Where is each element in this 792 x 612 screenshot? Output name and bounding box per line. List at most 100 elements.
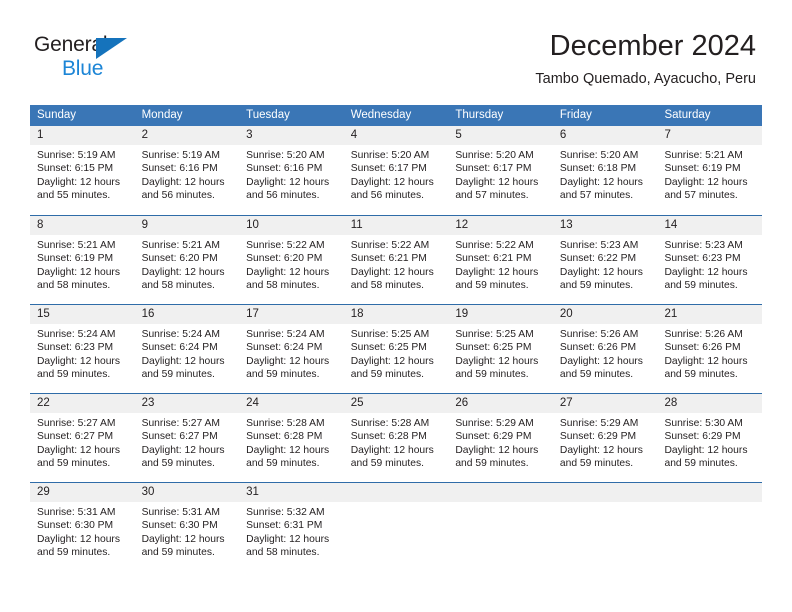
daylight-text-line1: Daylight: 12 hours (455, 444, 539, 456)
sunset-text: Sunset: 6:26 PM (664, 342, 741, 354)
calendar-day-cell[interactable]: 18 Sunrise: 5:25 AM Sunset: 6:25 PM Dayligh… (343, 305, 449, 393)
calendar-day-cell[interactable]: 25 Sunrise: 5:28 AM Sunset: 6:28 PM Dayligh… (343, 394, 449, 482)
calendar-body: 1 Sunrise: 5:19 AM Sunset: 6:15 PM Daylight… (30, 126, 763, 571)
day-info: Sunrise: 5:29 AM Sunset: 6:29 PM Daylight:… (448, 413, 553, 471)
calendar-day-cell[interactable]: 29 Sunrise: 5:31 AM Sunset: 6:30 PM Dayligh… (30, 483, 135, 571)
sunset-text: Sunset: 6:30 PM (141, 520, 218, 532)
daylight-text-line2: and 59 minutes. (455, 369, 529, 381)
calendar-day-cell[interactable]: 13 Sunrise: 5:23 AM Sunset: 6:22 PM Dayligh… (552, 216, 658, 304)
daylight-text-line2: and 56 minutes. (246, 190, 320, 202)
day-info: Sunrise: 5:25 AM Sunset: 6:25 PM Daylight:… (448, 324, 553, 382)
calendar-day-cell[interactable]: 2 Sunrise: 5:19 AM Sunset: 6:16 PM Daylight… (134, 126, 240, 215)
sunrise-text: Sunrise: 5:23 AM (559, 240, 639, 251)
daylight-text-line2: and 59 minutes. (455, 458, 529, 470)
day-number: 14 (657, 216, 763, 235)
day-number: 11 (343, 216, 449, 235)
daylight-text-line2: and 59 minutes. (559, 280, 634, 292)
calendar-day-cell[interactable]: 28 Sunrise: 5:30 AM Sunset: 6:29 PM Dayligh… (657, 394, 763, 482)
daylight-text-line2: and 59 minutes. (246, 369, 320, 381)
day-info: Sunrise: 5:25 AM Sunset: 6:25 PM Daylight:… (344, 324, 449, 382)
day-info: Sunrise: 5:28 AM Sunset: 6:28 PM Daylight:… (344, 413, 449, 471)
daylight-text-line1: Daylight: 12 hours (664, 355, 748, 367)
sunrise-text: Sunrise: 5:32 AM (246, 507, 325, 518)
calendar-day-cell[interactable]: 10 Sunrise: 5:22 AM Sunset: 6:20 PM Dayligh… (239, 216, 344, 304)
calendar-day-cell[interactable]: 17 Sunrise: 5:24 AM Sunset: 6:24 PM Dayligh… (239, 305, 344, 393)
calendar-day-cell[interactable]: 6 Sunrise: 5:20 AM Sunset: 6:18 PM Daylight… (552, 126, 658, 215)
sunset-text: Sunset: 6:23 PM (37, 342, 114, 354)
calendar-day-cell[interactable]: 12 Sunrise: 5:22 AM Sunset: 6:21 PM Dayligh… (448, 216, 553, 304)
daylight-text-line2: and 59 minutes. (141, 547, 215, 559)
calendar-day-cell[interactable]: 3 Sunrise: 5:20 AM Sunset: 6:16 PM Daylight… (239, 126, 344, 215)
calendar-day-cell[interactable]: 1 Sunrise: 5:19 AM Sunset: 6:15 PM Daylight… (30, 126, 135, 215)
weekday-header-thursday: Thursday (455, 109, 504, 121)
day-number: 16 (134, 305, 240, 324)
calendar-day-cell[interactable]: 26 Sunrise: 5:29 AM Sunset: 6:29 PM Dayligh… (448, 394, 553, 482)
daylight-text-line2: and 59 minutes. (37, 458, 111, 470)
day-number (552, 483, 658, 502)
calendar-day-cell[interactable]: 14 Sunrise: 5:23 AM Sunset: 6:23 PM Dayligh… (657, 216, 763, 304)
calendar-day-cell[interactable]: 8 Sunrise: 5:21 AM Sunset: 6:19 PM Daylight… (30, 216, 135, 304)
calendar-day-cell[interactable]: 23 Sunrise: 5:27 AM Sunset: 6:27 PM Dayligh… (134, 394, 240, 482)
daylight-text-line1: Daylight: 12 hours (246, 444, 330, 456)
day-info: Sunrise: 5:20 AM Sunset: 6:17 PM Daylight:… (344, 145, 449, 203)
day-number: 26 (448, 394, 553, 413)
day-info: Sunrise: 5:23 AM Sunset: 6:23 PM Daylight:… (657, 235, 762, 293)
weekday-header-tuesday: Tuesday (246, 109, 290, 121)
page-subtitle: Tambo Quemado, Ayacucho, Peru (535, 71, 756, 87)
sunset-text: Sunset: 6:30 PM (37, 520, 114, 532)
calendar-day-cell[interactable]: 4 Sunrise: 5:20 AM Sunset: 6:17 PM Daylight… (343, 126, 449, 215)
day-info: Sunrise: 5:22 AM Sunset: 6:21 PM Daylight:… (448, 235, 553, 293)
daylight-text-line1: Daylight: 12 hours (37, 355, 120, 367)
calendar-day-cell[interactable]: 7 Sunrise: 5:21 AM Sunset: 6:19 PM Daylight… (657, 126, 763, 215)
daylight-text-line1: Daylight: 12 hours (664, 444, 748, 456)
weekday-header-saturday: Saturday (664, 109, 711, 121)
calendar-week-row: 22 Sunrise: 5:27 AM Sunset: 6:27 PM Dayligh… (30, 393, 763, 482)
sunrise-text: Sunrise: 5:26 AM (559, 329, 639, 340)
day-info: Sunrise: 5:23 AM Sunset: 6:22 PM Daylight:… (553, 235, 658, 293)
calendar-day-cell[interactable]: 19 Sunrise: 5:25 AM Sunset: 6:25 PM Dayligh… (448, 305, 553, 393)
day-info: Sunrise: 5:20 AM Sunset: 6:16 PM Daylight:… (239, 145, 344, 203)
day-info: Sunrise: 5:22 AM Sunset: 6:20 PM Daylight:… (239, 235, 344, 293)
daylight-text-line1: Daylight: 12 hours (455, 355, 539, 367)
day-info: Sunrise: 5:31 AM Sunset: 6:30 PM Daylight:… (135, 502, 240, 560)
daylight-text-line2: and 58 minutes. (350, 280, 425, 292)
calendar-day-cell[interactable]: 9 Sunrise: 5:21 AM Sunset: 6:20 PM Daylight… (134, 216, 240, 304)
day-number: 20 (552, 305, 658, 324)
daylight-text-line2: and 56 minutes. (141, 190, 215, 202)
daylight-text-line1: Daylight: 12 hours (559, 355, 643, 367)
day-number: 17 (239, 305, 344, 324)
daylight-text-line1: Daylight: 12 hours (664, 266, 748, 278)
sunset-text: Sunset: 6:16 PM (246, 163, 323, 175)
daylight-text-line1: Daylight: 12 hours (141, 355, 225, 367)
daylight-text-line2: and 59 minutes. (37, 547, 111, 559)
daylight-text-line1: Daylight: 12 hours (141, 444, 225, 456)
daylight-text-line2: and 56 minutes. (350, 190, 425, 202)
calendar-day-cell[interactable]: 15 Sunrise: 5:24 AM Sunset: 6:23 PM Dayligh… (30, 305, 135, 393)
daylight-text-line2: and 58 minutes. (141, 280, 215, 292)
calendar-day-cell[interactable]: 30 Sunrise: 5:31 AM Sunset: 6:30 PM Dayligh… (134, 483, 240, 571)
calendar-day-cell[interactable]: 11 Sunrise: 5:22 AM Sunset: 6:21 PM Dayligh… (343, 216, 449, 304)
calendar-day-cell[interactable]: 5 Sunrise: 5:20 AM Sunset: 6:17 PM Daylight… (448, 126, 553, 215)
calendar-day-cell[interactable]: 22 Sunrise: 5:27 AM Sunset: 6:27 PM Dayligh… (30, 394, 135, 482)
sunset-text: Sunset: 6:24 PM (141, 342, 218, 354)
day-number: 15 (30, 305, 135, 324)
sunrise-text: Sunrise: 5:21 AM (141, 240, 220, 251)
calendar-page: General Blue December 2024 Tambo Quemado… (0, 0, 792, 612)
sunset-text: Sunset: 6:19 PM (664, 163, 741, 175)
sunrise-text: Sunrise: 5:20 AM (246, 150, 325, 161)
generalblue-logo[interactable]: General Blue (34, 33, 154, 81)
day-number (448, 483, 553, 502)
logo-text-blue: Blue (62, 57, 104, 80)
calendar-day-cell[interactable]: 20 Sunrise: 5:26 AM Sunset: 6:26 PM Dayligh… (552, 305, 658, 393)
calendar-day-cell[interactable]: 31 Sunrise: 5:32 AM Sunset: 6:31 PM Dayligh… (239, 483, 344, 571)
daylight-text-line2: and 58 minutes. (246, 280, 320, 292)
sunset-text: Sunset: 6:16 PM (141, 163, 218, 175)
day-number: 25 (343, 394, 449, 413)
calendar-day-cell[interactable]: 24 Sunrise: 5:28 AM Sunset: 6:28 PM Dayligh… (239, 394, 344, 482)
calendar-day-cell[interactable]: 27 Sunrise: 5:29 AM Sunset: 6:29 PM Dayligh… (552, 394, 658, 482)
calendar-day-cell[interactable]: 16 Sunrise: 5:24 AM Sunset: 6:24 PM Dayligh… (134, 305, 240, 393)
page-title: December 2024 (549, 30, 756, 62)
calendar-day-cell-empty (657, 483, 763, 571)
calendar-day-cell[interactable]: 21 Sunrise: 5:26 AM Sunset: 6:26 PM Dayligh… (657, 305, 763, 393)
daylight-text-line1: Daylight: 12 hours (37, 533, 120, 545)
